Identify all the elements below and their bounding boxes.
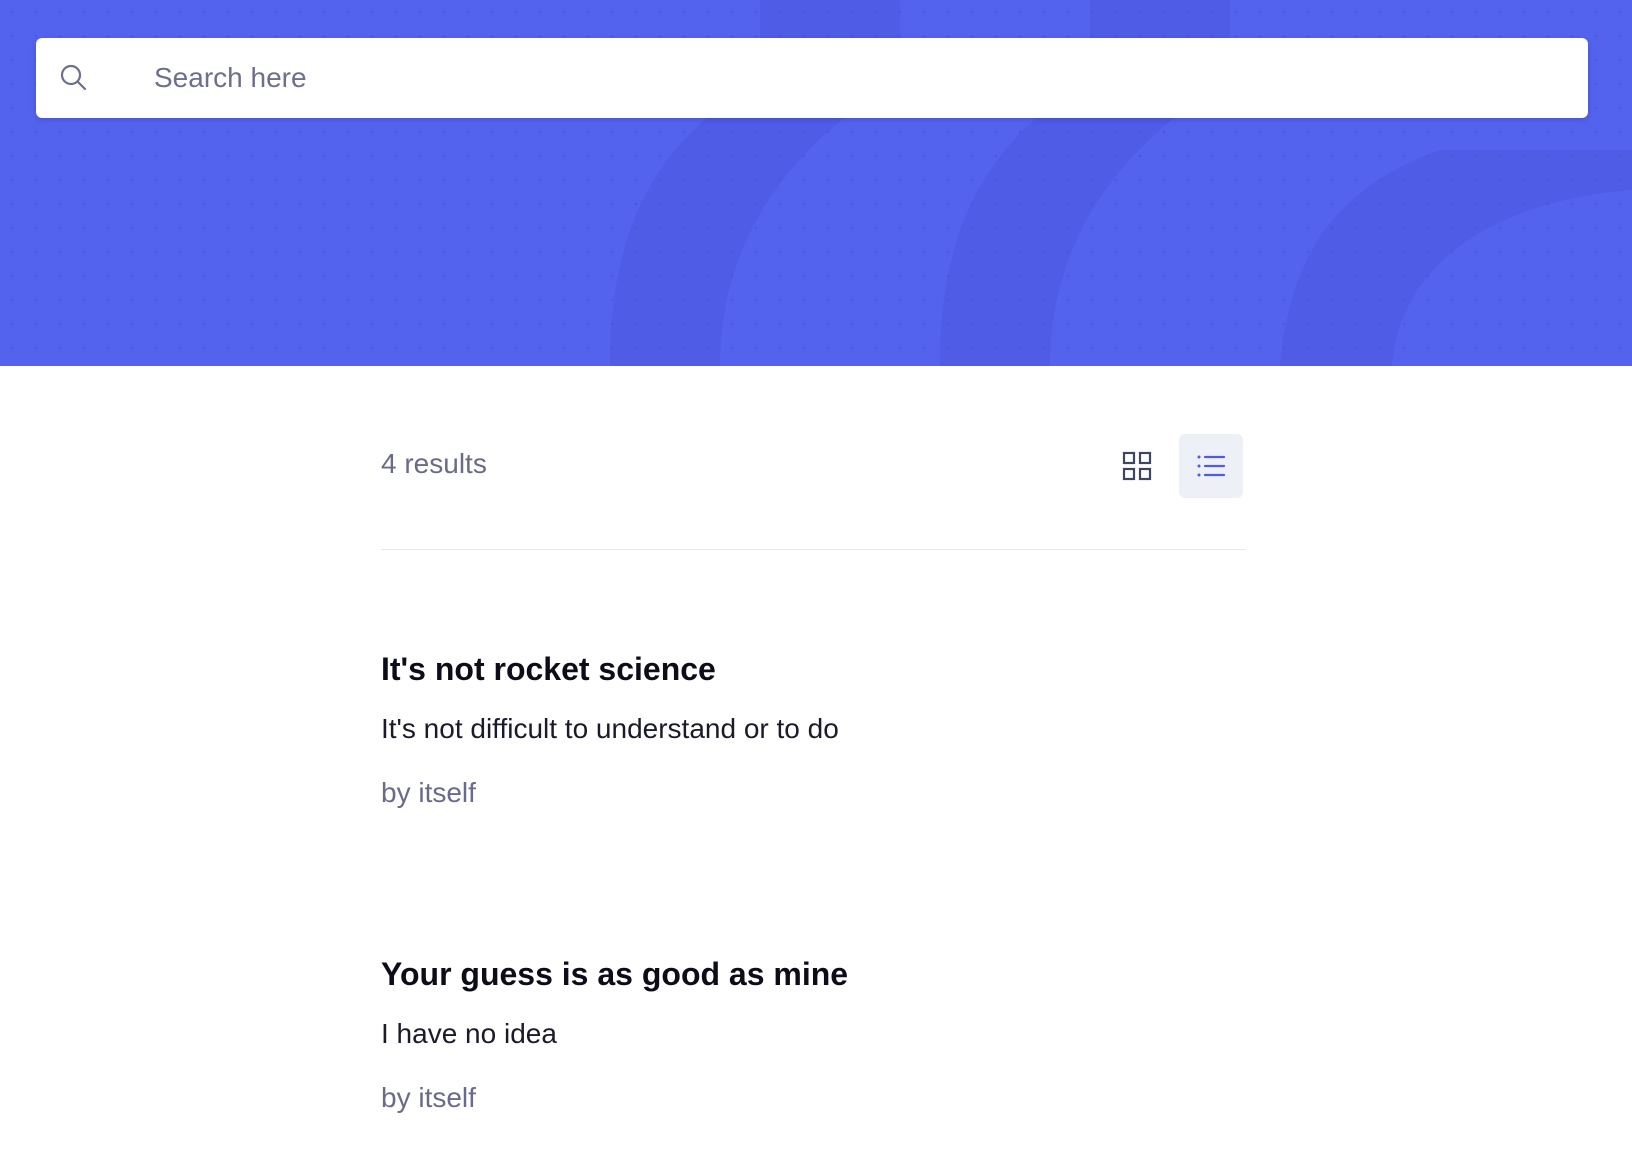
grid-view-button[interactable] [1105,434,1169,498]
search-icon [60,64,87,91]
results-divider [381,549,1245,550]
hero-banner [0,0,1632,366]
results-toolbar: 4 results [381,434,1245,498]
result-author: by itself [381,777,476,808]
result-description: I have no idea [381,1018,557,1049]
result-description: It's not difficult to understand or to d… [381,713,839,744]
results-count: 4 results [381,448,487,479]
result-title[interactable]: It's not rocket science [381,651,716,688]
grid-icon [1122,451,1152,481]
list-view-button[interactable] [1179,434,1243,498]
list-icon [1197,455,1226,477]
search-bar[interactable] [36,38,1588,118]
result-title[interactable]: Your guess is as good as mine [381,956,848,993]
search-input[interactable] [118,38,1558,118]
result-author: by itself [381,1082,476,1113]
